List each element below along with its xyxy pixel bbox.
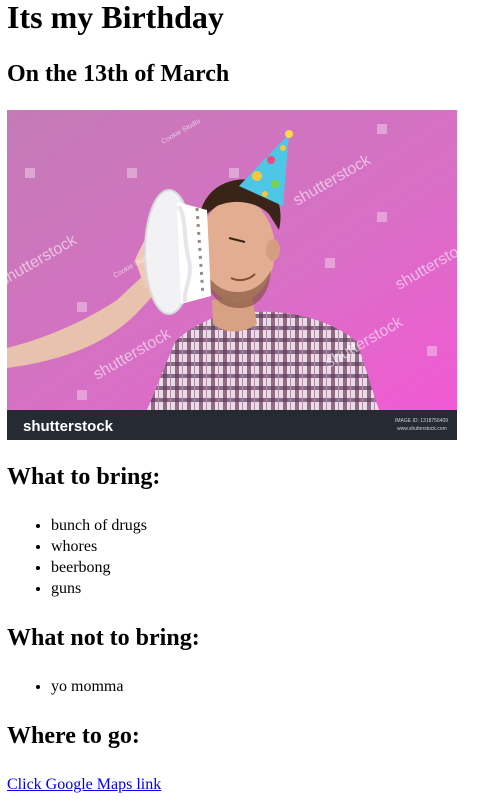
birthday-photo-graphic: shutterstock shutterstock shutterstock s…: [7, 110, 457, 440]
list-item: yo momma: [51, 676, 490, 697]
not-bring-list: yo momma: [7, 676, 490, 697]
page-title: Its my Birthday: [7, 0, 224, 35]
list-item: whores: [51, 536, 490, 557]
image-id-text: IMAGE ID: 1318756409: [395, 418, 448, 424]
site-url-text: www.shutterstock.com: [397, 426, 447, 432]
google-maps-link[interactable]: Click Google Maps link: [7, 775, 161, 795]
birthday-photo: shutterstock shutterstock shutterstock s…: [7, 110, 457, 440]
list-item: beerbong: [51, 557, 490, 578]
bring-heading: What to bring:: [7, 464, 161, 490]
page: Its my Birthday On the 13th of March shu…: [0, 0, 490, 801]
where-heading: Where to go:: [7, 723, 140, 749]
shutterstock-logo: shutterstock: [23, 418, 114, 435]
not-bring-heading: What not to bring:: [7, 625, 200, 651]
bring-list: bunch of drugs whores beerbong guns: [7, 515, 490, 599]
list-item: bunch of drugs: [51, 515, 490, 536]
page-subtitle: On the 13th of March: [7, 61, 230, 87]
list-item: guns: [51, 578, 490, 599]
